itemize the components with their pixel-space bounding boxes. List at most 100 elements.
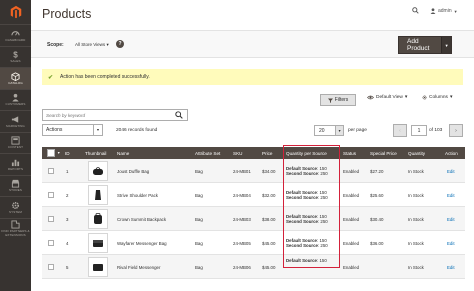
product-thumbnail[interactable]: [88, 185, 108, 205]
cell-quantity: In Stock: [408, 192, 424, 198]
product-thumbnail[interactable]: [88, 209, 108, 229]
source-name: Second Source: [286, 219, 318, 225]
edit-link[interactable]: Edit: [447, 169, 455, 174]
customers-icon: [11, 93, 20, 102]
cell-id: 4: [66, 240, 69, 246]
source-name: Second Source: [286, 171, 318, 177]
chevron-down-icon: ▼: [93, 125, 102, 135]
scope-help-icon[interactable]: ?: [116, 40, 124, 48]
row-checkbox[interactable]: [48, 264, 54, 270]
row-checkbox[interactable]: [48, 192, 54, 198]
sidebar-item-system[interactable]: SYSTEM: [0, 196, 31, 218]
col-name[interactable]: Name: [117, 151, 129, 156]
sidebar-item-label: DASHBOARD: [5, 37, 26, 42]
sidebar-item-dashboard[interactable]: DASHBOARD: [0, 24, 31, 46]
magento-logo[interactable]: [0, 0, 31, 24]
default-view-button[interactable]: Default View ▾: [367, 95, 407, 100]
table-row[interactable]: 5 Rival Field Messenger Bag 24-MB06 $45.00 De…: [42, 255, 465, 279]
filters-label: Filters: [334, 97, 349, 103]
col-sku[interactable]: SKU: [233, 151, 242, 156]
cell-status: Enabled: [343, 192, 360, 198]
cell-special-price: $36.00: [370, 240, 384, 246]
table-row[interactable]: 4 Wayfarer Messenger Bag Bag 24-MB05 $45.00 D…: [42, 231, 465, 255]
cell-sku: 24-MB05: [233, 240, 251, 246]
edit-link[interactable]: Edit: [447, 265, 455, 270]
sidebar-item-sales[interactable]: $ SALES: [0, 45, 31, 68]
mass-actions-select[interactable]: Actions ▼: [42, 124, 103, 136]
edit-link[interactable]: Edit: [447, 217, 455, 222]
sidebar-item-label: CATALOG: [8, 80, 23, 85]
cell-sku: 24-MB06: [233, 264, 251, 270]
search-icon[interactable]: [175, 111, 183, 119]
cell-price: $38.00: [262, 216, 276, 222]
cell-attribute-set: Bag: [195, 264, 203, 270]
product-thumbnail[interactable]: [88, 233, 108, 253]
sidebar-item-catalog[interactable]: CATALOG: [0, 67, 31, 89]
sidebar-item-content[interactable]: CONTENT: [0, 131, 31, 154]
chevron-down-icon[interactable]: ▼: [57, 151, 60, 155]
cell-attribute-set: Bag: [195, 216, 203, 222]
sidebar-item-reports[interactable]: REPORTS: [0, 153, 31, 175]
sidebar-item-stores[interactable]: STORES: [0, 174, 31, 197]
add-product-label: Add Product: [407, 38, 430, 52]
cell-quantity-per-source: Default Source: 150 Second Source: 250: [286, 166, 328, 177]
edit-link[interactable]: Edit: [447, 241, 455, 246]
cell-status: Enabled: [343, 168, 360, 174]
product-thumbnail[interactable]: [88, 161, 108, 181]
cell-attribute-set: Bag: [195, 192, 203, 198]
chevron-down-icon: ▾: [449, 95, 453, 100]
previous-page-button[interactable]: ‹: [393, 124, 407, 137]
cell-name: Crown Summit Backpack: [117, 216, 167, 222]
edit-link[interactable]: Edit: [447, 193, 455, 198]
cell-special-price: $27.20: [370, 168, 384, 174]
cell-quantity: In Stock: [408, 240, 424, 246]
keyword-search-input[interactable]: [43, 112, 173, 118]
scope-switcher[interactable]: All Store Views ▾: [75, 42, 109, 48]
grid-header: ▼ ID Thumbnail Name Attribute Set SKU Pr…: [42, 147, 465, 159]
col-id[interactable]: ID: [65, 151, 70, 156]
global-search-icon[interactable]: [412, 7, 419, 16]
sidebar-item-label: SALES: [10, 59, 21, 64]
add-product-button[interactable]: Add Product ▼: [398, 36, 452, 54]
table-row[interactable]: 2 Strive Shoulder Pack Bag 24-MB04 $32.00 Def…: [42, 183, 465, 207]
product-thumbnail[interactable]: [88, 257, 108, 277]
col-special-price[interactable]: Special Price: [370, 151, 397, 156]
sidebar-item-customers[interactable]: CUSTOMERS: [0, 88, 31, 111]
sidebar-item-marketing[interactable]: MARKETING: [0, 110, 31, 132]
col-price[interactable]: Price: [262, 151, 272, 156]
dollar-icon: $: [11, 50, 20, 59]
row-checkbox[interactable]: [48, 168, 54, 174]
columns-button[interactable]: Columns ▾: [422, 95, 452, 100]
cell-id: 5: [66, 264, 69, 270]
col-quantity-per-source: Quantity per Source: [286, 150, 327, 156]
page-number-input[interactable]: 1: [411, 125, 427, 136]
scope-label: Scope:: [47, 42, 64, 48]
cell-price: $45.00: [262, 264, 276, 270]
gear-icon: [422, 95, 427, 100]
cell-name: Joust Duffle Bag: [117, 168, 150, 174]
filters-button[interactable]: Filters: [320, 94, 356, 106]
table-row[interactable]: 3 Crown Summit Backpack Bag 24-MB03 $38.00 De…: [42, 207, 465, 231]
sidebar-item-find-partners-extensions[interactable]: FIND PARTNERS & EXTENSIONS: [0, 217, 31, 240]
per-page-select[interactable]: 20 ▼: [314, 125, 344, 136]
row-checkbox[interactable]: [48, 216, 54, 222]
add-product-dropdown-toggle[interactable]: ▼: [441, 37, 451, 53]
records-found: 2046 records found: [116, 128, 158, 133]
products-grid: ▼ ID Thumbnail Name Attribute Set SKU Pr…: [42, 147, 465, 279]
cell-id: 1: [66, 168, 69, 174]
checkmark-icon: ✔: [48, 74, 54, 81]
cell-special-price: $25.60: [370, 192, 384, 198]
catalog-box-icon: [11, 71, 20, 81]
next-page-button[interactable]: ›: [449, 124, 463, 137]
cell-name: Strive Shoulder Pack: [117, 192, 158, 198]
col-status[interactable]: Status: [343, 151, 356, 156]
row-checkbox[interactable]: [48, 240, 54, 246]
content-icon: [11, 136, 20, 145]
scope-bar: Scope: All Store Views ▾ ? Add Product ▼: [31, 30, 474, 58]
col-quantity[interactable]: Quantity: [408, 151, 425, 156]
user-menu[interactable]: admin ▼: [430, 8, 458, 14]
source-name: Second Source: [286, 243, 318, 249]
select-all-checkbox[interactable]: [47, 149, 55, 157]
col-attribute-set[interactable]: Attribute Set: [195, 151, 220, 156]
table-row[interactable]: 1 Joust Duffle Bag Bag 24-MB01 $34.00 Default…: [42, 159, 465, 183]
